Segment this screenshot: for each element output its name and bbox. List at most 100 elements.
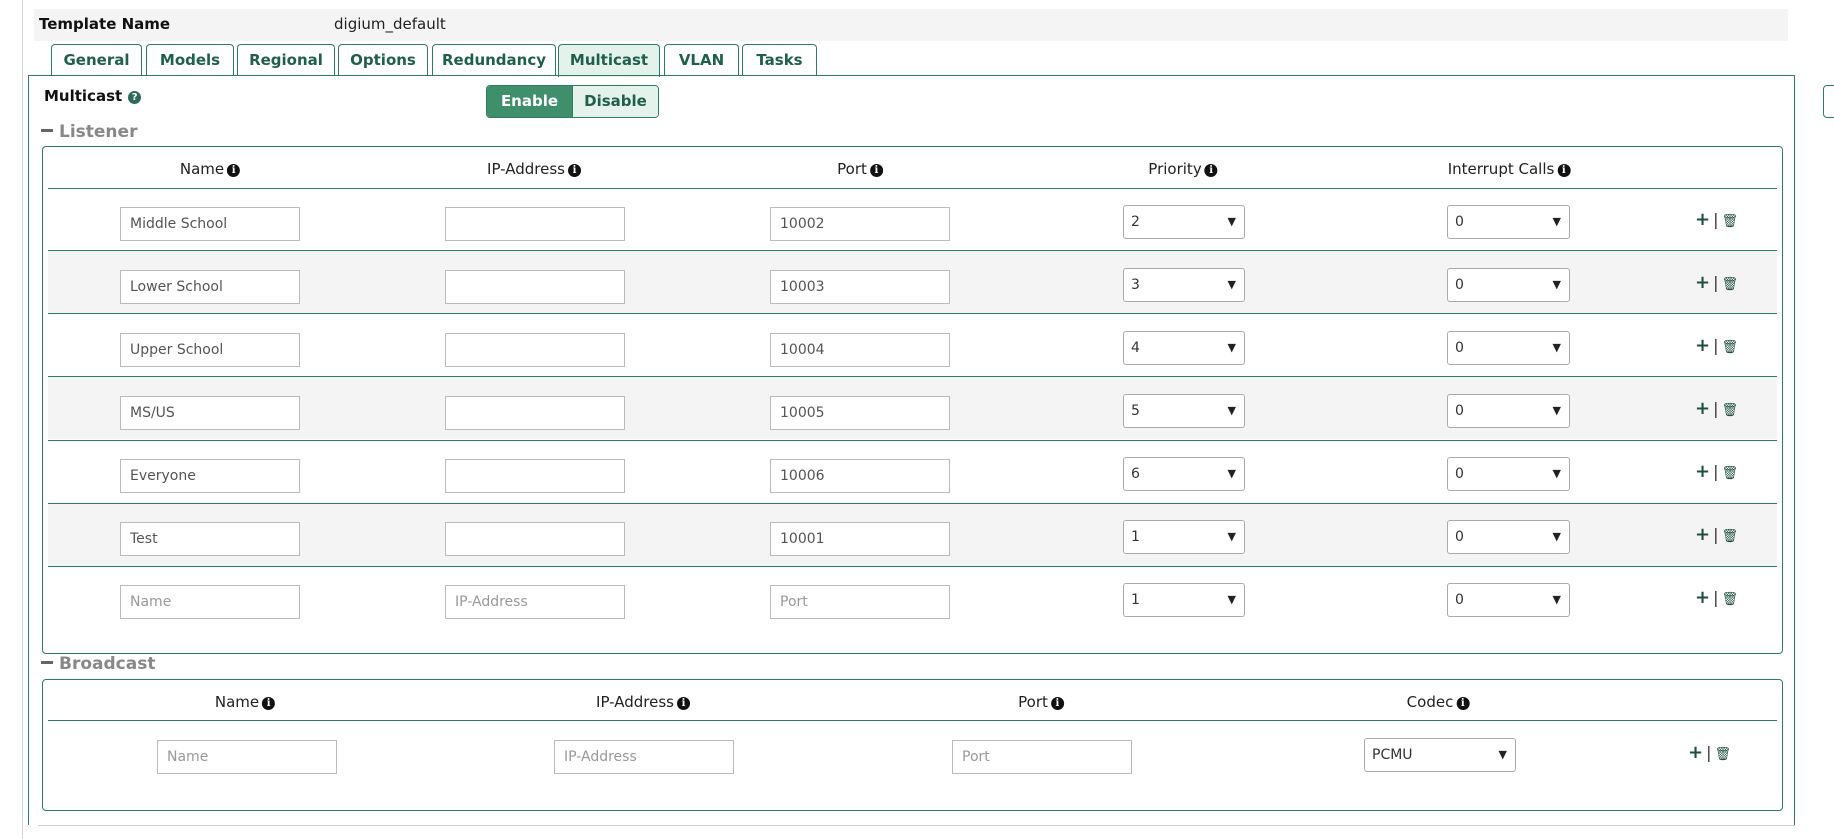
listener-header-ip: IP-Address i — [487, 160, 581, 178]
trash-icon[interactable]: 🗑 — [1721, 403, 1738, 418]
listener-priority-select[interactable]: 3 ▼ — [1123, 268, 1245, 302]
plus-icon[interactable]: + — [1688, 742, 1703, 763]
disable-button[interactable]: Disable — [572, 86, 658, 117]
tab-regional[interactable]: Regional — [237, 44, 335, 76]
listener-interrupt-select[interactable]: 0 ▼ — [1447, 457, 1570, 491]
plus-icon[interactable]: + — [1695, 209, 1710, 230]
tab-vlan[interactable]: VLAN — [664, 44, 739, 76]
info-icon[interactable]: i — [1204, 164, 1218, 177]
listener-ip-input[interactable] — [445, 459, 625, 493]
new-listener-priority-select[interactable]: 1 ▼ — [1123, 583, 1245, 617]
row-divider — [48, 440, 1777, 441]
tab-multicast[interactable]: Multicast — [558, 44, 660, 77]
listener-priority-select[interactable]: 6 ▼ — [1123, 457, 1245, 491]
listener-priority-select[interactable]: 4 ▼ — [1123, 331, 1245, 365]
tab-redundancy[interactable]: Redundancy — [432, 44, 556, 76]
listener-interrupt-select[interactable]: 0 ▼ — [1447, 268, 1570, 302]
chevron-down-icon: ▼ — [1498, 748, 1507, 761]
info-icon[interactable]: i — [676, 697, 690, 710]
side-panel-toggle[interactable] — [1823, 85, 1834, 118]
listener-name-input[interactable] — [120, 270, 300, 304]
chevron-down-icon: ▼ — [1552, 404, 1561, 417]
listener-priority-select[interactable]: 5 ▼ — [1123, 394, 1245, 428]
listener-interrupt-select[interactable]: 0 ▼ — [1447, 331, 1570, 365]
listener-name-input[interactable] — [120, 207, 300, 241]
trash-icon[interactable]: 🗑 — [1721, 340, 1738, 355]
listener-ip-input[interactable] — [445, 270, 625, 304]
info-icon[interactable]: i — [869, 164, 883, 177]
listener-interrupt-select[interactable]: 0 ▼ — [1447, 394, 1570, 428]
tab-general[interactable]: General — [51, 44, 142, 76]
trash-icon[interactable]: 🗑 — [1721, 592, 1738, 607]
broadcast-section-title[interactable]: Broadcast — [41, 654, 155, 674]
listener-port-input[interactable] — [770, 522, 950, 556]
broadcast-header-ip: IP-Address i — [596, 693, 690, 711]
template-name-bar — [34, 9, 1788, 41]
listener-port-input[interactable] — [770, 207, 950, 241]
trash-icon[interactable]: 🗑 — [1721, 529, 1738, 544]
chevron-down-icon: ▼ — [1227, 530, 1236, 543]
listener-name-input[interactable] — [120, 522, 300, 556]
collapse-minus-icon — [41, 661, 53, 664]
listener-interrupt-select[interactable]: 0 ▼ — [1447, 205, 1570, 239]
row-actions: + | 🗑 — [1695, 272, 1738, 293]
listener-header-name: Name i — [180, 160, 241, 178]
tab-tasks[interactable]: Tasks — [742, 44, 817, 76]
trash-icon[interactable]: 🗑 — [1721, 466, 1738, 481]
broadcast-port-input[interactable] — [952, 740, 1132, 774]
listener-name-input[interactable] — [120, 459, 300, 493]
template-name-label: Template Name — [39, 15, 171, 33]
broadcast-header-divider — [48, 720, 1777, 721]
listener-priority-select[interactable]: 1 ▼ — [1123, 520, 1245, 554]
chevron-down-icon: ▼ — [1552, 341, 1561, 354]
listener-name-input[interactable] — [120, 333, 300, 367]
listener-port-input[interactable] — [770, 270, 950, 304]
listener-ip-input[interactable] — [445, 333, 625, 367]
question-icon[interactable]: ? — [128, 91, 142, 104]
broadcast-name-input[interactable] — [157, 740, 337, 774]
info-icon[interactable]: i — [227, 164, 241, 177]
chevron-down-icon: ▼ — [1552, 215, 1561, 228]
tab-options[interactable]: Options — [338, 44, 428, 76]
row-actions: + | 🗑 — [1695, 587, 1738, 608]
trash-icon[interactable]: 🗑 — [1721, 214, 1738, 229]
new-listener-interrupt-select[interactable]: 0 ▼ — [1447, 583, 1570, 617]
listener-port-input[interactable] — [770, 396, 950, 430]
listener-interrupt-select[interactable]: 0 ▼ — [1447, 520, 1570, 554]
row-actions: + | 🗑 — [1695, 209, 1738, 230]
info-icon[interactable]: i — [1557, 164, 1571, 177]
new-listener-ip-input[interactable] — [445, 585, 625, 619]
info-icon[interactable]: i — [567, 164, 581, 177]
broadcast-ip-input[interactable] — [554, 740, 734, 774]
listener-ip-input[interactable] — [445, 207, 625, 241]
info-icon[interactable]: i — [1456, 697, 1470, 710]
page-left-border — [22, 0, 23, 839]
row-actions: + | 🗑 — [1695, 524, 1738, 545]
new-listener-name-input[interactable] — [120, 585, 300, 619]
broadcast-codec-select[interactable]: PCMU ▼ — [1364, 738, 1516, 772]
plus-icon[interactable]: + — [1695, 461, 1710, 482]
new-listener-port-input[interactable] — [770, 585, 950, 619]
listener-name-input[interactable] — [120, 396, 300, 430]
plus-icon[interactable]: + — [1695, 272, 1710, 293]
trash-icon[interactable]: 🗑 — [1714, 747, 1731, 762]
chevron-down-icon: ▼ — [1227, 278, 1236, 291]
plus-icon[interactable]: + — [1695, 398, 1710, 419]
chevron-down-icon: ▼ — [1552, 278, 1561, 291]
listener-ip-input[interactable] — [445, 522, 625, 556]
plus-icon[interactable]: + — [1695, 524, 1710, 545]
listener-priority-select[interactable]: 2 ▼ — [1123, 205, 1245, 239]
info-icon[interactable]: i — [1050, 697, 1064, 710]
plus-icon[interactable]: + — [1695, 587, 1710, 608]
listener-port-input[interactable] — [770, 459, 950, 493]
listener-section-title[interactable]: Listener — [41, 122, 137, 142]
listener-port-input[interactable] — [770, 333, 950, 367]
collapse-minus-icon — [41, 129, 53, 132]
enable-button[interactable]: Enable — [487, 86, 572, 117]
row-divider — [48, 313, 1777, 314]
listener-ip-input[interactable] — [445, 396, 625, 430]
plus-icon[interactable]: + — [1695, 335, 1710, 356]
trash-icon[interactable]: 🗑 — [1721, 277, 1738, 292]
tab-models[interactable]: Models — [146, 44, 234, 76]
info-icon[interactable]: i — [262, 697, 276, 710]
